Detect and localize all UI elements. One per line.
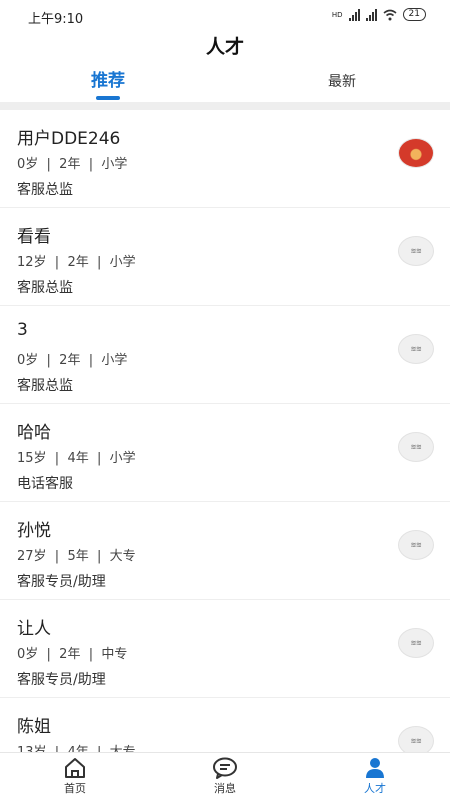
candidate-meta: 0岁 | 2年 | 中专 (17, 647, 128, 662)
candidate-name: 哈哈 (17, 423, 51, 443)
list-item[interactable]: 看看 12岁 | 2年 | 小学 客服总监 ≋≋ (0, 208, 450, 306)
nav-home-label: 首页 (64, 782, 86, 795)
candidate-meta: 0岁 | 2年 | 小学 (17, 353, 128, 368)
nav-talent[interactable]: 人才 (335, 757, 415, 796)
list-item[interactable]: 用户DDE246 0岁 | 2年 | 小学 客服总监 (0, 110, 450, 208)
list-item[interactable]: 陈姐 13岁 | 4年 | 大专 ≋≋ (0, 698, 450, 752)
nav-messages[interactable]: 消息 (185, 757, 265, 796)
message-icon (213, 757, 237, 779)
tab-bar: 推荐 最新 (0, 66, 450, 102)
candidate-role: 客服总监 (17, 378, 73, 394)
red-envelope-avatar (398, 138, 434, 168)
list-item[interactable]: 3 0岁 | 2年 | 小学 客服总监 ≋≋ (0, 306, 450, 404)
status-icons: HD 21 (332, 8, 426, 21)
tab-indicator (96, 96, 120, 100)
nav-talent-label: 人才 (364, 782, 386, 795)
candidate-meta: 15岁 | 4年 | 小学 (17, 451, 136, 466)
candidate-meta: 0岁 | 2年 | 小学 (17, 157, 128, 172)
nav-home[interactable]: 首页 (35, 757, 115, 796)
candidate-name: 让人 (17, 619, 51, 639)
default-avatar: ≋≋ (398, 432, 434, 462)
candidate-role: 客服总监 (17, 280, 73, 296)
section-divider (0, 102, 450, 110)
page-title: 人才 (205, 36, 244, 58)
list-item[interactable]: 哈哈 15岁 | 4年 | 小学 电话客服 ≋≋ (0, 404, 450, 502)
candidate-list[interactable]: 用户DDE246 0岁 | 2年 | 小学 客服总监 看看 12岁 | 2年 |… (0, 110, 450, 752)
candidate-meta: 12岁 | 2年 | 小学 (17, 255, 136, 270)
home-icon (65, 758, 85, 778)
default-avatar: ≋≋ (398, 530, 434, 560)
battery-icon: 21 (402, 8, 426, 21)
candidate-name: 3 (17, 320, 28, 340)
candidate-name: 孙悦 (17, 521, 51, 541)
candidate-role: 客服专员/助理 (17, 574, 106, 590)
signal-icon-2 (365, 8, 377, 21)
tab-latest[interactable]: 最新 (282, 71, 402, 91)
status-time: 上午9:10 (28, 12, 84, 27)
hd-label: HD (331, 10, 343, 19)
default-avatar: ≋≋ (398, 236, 434, 266)
candidate-meta: 13岁 | 4年 | 大专 (17, 741, 136, 752)
candidate-meta: 27岁 | 5年 | 大专 (17, 549, 136, 564)
nav-messages-label: 消息 (214, 782, 236, 795)
candidate-role: 客服总监 (17, 182, 73, 198)
candidate-role: 电话客服 (17, 476, 73, 492)
list-item[interactable]: 孙悦 27岁 | 5年 | 大专 客服专员/助理 ≋≋ (0, 502, 450, 600)
candidate-name: 陈姐 (17, 717, 51, 737)
tab-recommended[interactable]: 推荐 (48, 66, 168, 91)
candidate-role: 客服专员/助理 (17, 672, 106, 688)
default-avatar: ≋≋ (398, 334, 434, 364)
candidate-name: 看看 (17, 227, 51, 247)
signal-icon (348, 8, 360, 21)
status-bar: 上午9:10 HD 21 (0, 0, 450, 30)
person-icon (366, 758, 384, 778)
default-avatar: ≋≋ (398, 726, 434, 752)
bottom-nav: 首页 消息 人才 (0, 752, 450, 800)
candidate-name: 用户DDE246 (17, 129, 121, 149)
list-item[interactable]: 让人 0岁 | 2年 | 中专 客服专员/助理 ≋≋ (0, 600, 450, 698)
default-avatar: ≋≋ (398, 628, 434, 658)
wifi-icon (383, 9, 397, 20)
